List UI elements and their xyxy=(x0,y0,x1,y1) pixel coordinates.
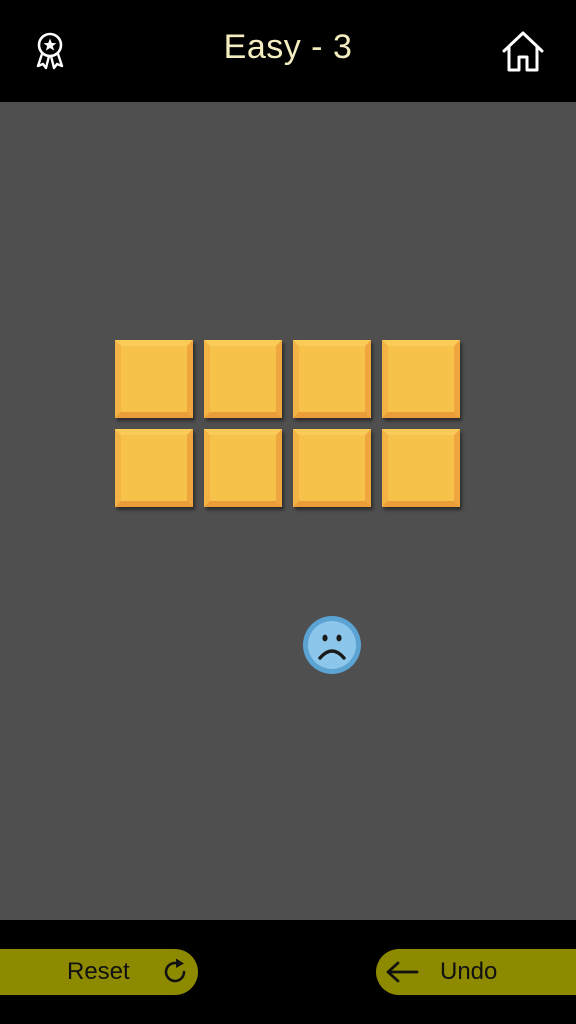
tile-r2-c2[interactable] xyxy=(204,429,282,507)
tile-r2-c1[interactable] xyxy=(115,429,193,507)
tile-r2-c4[interactable] xyxy=(382,429,460,507)
undo-label: Undo xyxy=(440,958,498,985)
reset-button[interactable]: Reset xyxy=(0,949,198,995)
game-board xyxy=(0,102,576,920)
tile-r1-c4[interactable] xyxy=(382,340,460,418)
tile-r2-c3[interactable] xyxy=(293,429,371,507)
top-bar: Easy - 3 xyxy=(0,0,576,102)
tile-r1-c3[interactable] xyxy=(293,340,371,418)
tile-grid xyxy=(115,340,461,508)
arrow-left-icon xyxy=(386,961,419,983)
home-button[interactable] xyxy=(498,26,548,76)
bottom-bar: Reset Undo xyxy=(0,920,576,1024)
undo-button[interactable]: Undo xyxy=(376,949,576,995)
level-title: Easy - 3 xyxy=(223,28,353,66)
tile-r1-c1[interactable] xyxy=(115,340,193,418)
sad-face-icon xyxy=(303,616,361,674)
home-icon xyxy=(502,31,544,72)
reset-label: Reset xyxy=(67,958,130,985)
tile-r1-c2[interactable] xyxy=(204,340,282,418)
refresh-icon xyxy=(164,958,186,983)
